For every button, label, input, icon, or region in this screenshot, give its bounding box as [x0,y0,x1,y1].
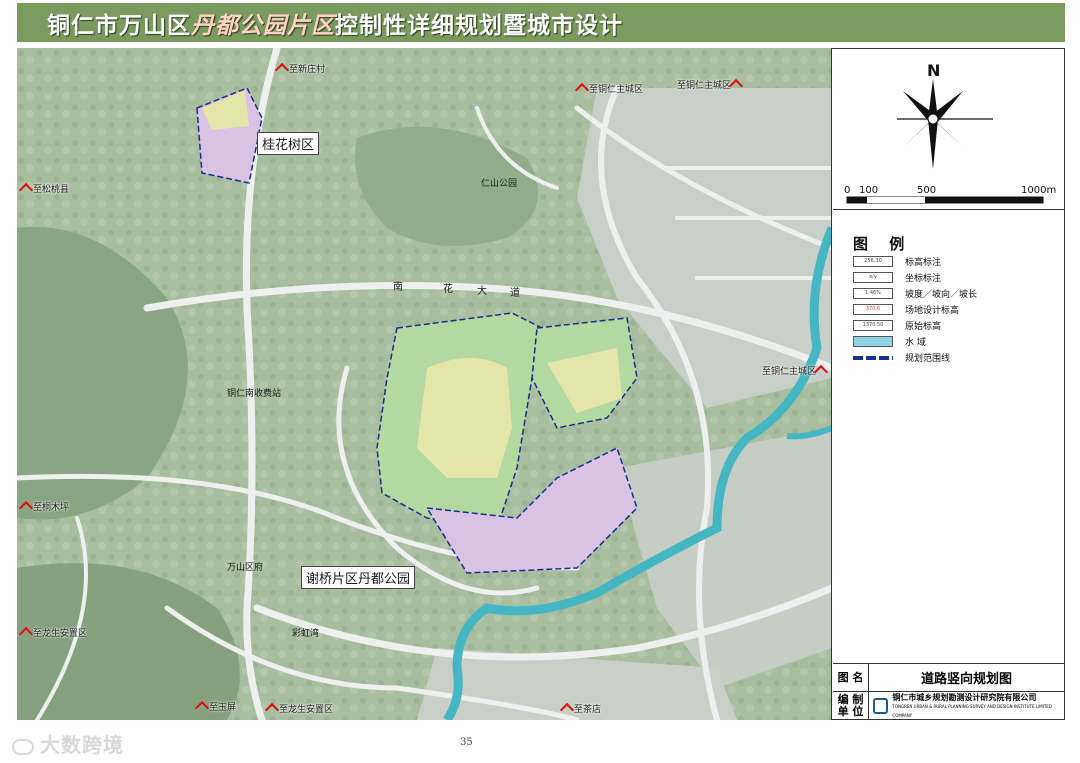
institute-logo-icon [873,698,889,714]
destination-label: 至玉屏 [194,700,236,715]
area-label-caihong: 彩虹湾 [292,629,320,639]
legend-item: x/y 坐标标注 [853,271,941,284]
destination-label: 至松桃县 [18,182,69,197]
destination-label: 至新庄村 [274,62,325,77]
title-block: 图 名 道路竖向规划图 编 制 单 位 铜仁市城乡规划勘测设计研究院有限公司 TO… [833,663,1064,720]
water-swatch [853,336,893,347]
planning-sheet: { "header": {"title_pre": "铜仁市万山区", "tit… [0,0,1080,763]
side-panel: N 0 100 500 1000m 图 例 256.30 标高标注 x/y 坐标标注… [833,49,1064,720]
destination-label: 至桐木坪 [18,500,69,515]
map-area[interactable]: 桂花树区 谢桥片区丹都公园 仁山公园 铜仁南收费站 万山区府 彩虹湾 南 花 大… [17,48,832,720]
title-block-row: 编 制 单 位 铜仁市城乡规划勘测设计研究院有限公司 TONGREN URBAN … [833,692,1064,720]
road-label-char: 南 [393,282,403,293]
title-bar: 铜仁市万山区丹都公园片区控制性详细规划暨城市设计 [17,3,1065,42]
area-label-guihuashu: 桂花树区 [257,132,320,155]
page-number: 35 [460,737,473,748]
scale-tick: 1000m [1021,185,1057,196]
institute-name: 铜仁市城乡规划勘测设计研究院有限公司 [892,692,1037,702]
road-label-char: 大 [477,286,487,297]
title-block-row: 图 名 道路竖向规划图 [833,664,1064,692]
legend-item: 水 域 [853,335,926,348]
legend-item: 1.46% 坡度／坡向／坡长 [853,287,977,300]
watermark-icon [12,738,34,755]
destination-label: 至茶店 [559,702,601,717]
area-label-toll-station: 铜仁南收费站 [227,389,282,399]
destination-label: 至铜仁主城区 [574,82,643,97]
area-label-renshan-park: 仁山公园 [481,179,518,189]
divider [833,209,1064,210]
boundary-swatch [853,355,893,360]
area-label-wanshan: 万山区府 [227,563,264,573]
legend-title: 图 例 [853,235,913,253]
area-label-xieqiao: 谢桥片区丹都公园 [301,566,416,589]
page-title: 铜仁市万山区丹都公园片区控制性详细规划暨城市设计 [47,12,623,39]
destination-label: 至铜仁主城区 [762,364,829,379]
legend-item: 370.6 场地设计标高 [853,303,959,316]
road-label-char: 花 [443,284,453,295]
institute-name-en: TONGREN URBAN & RURAL PLANNING SURVEY AN… [892,703,1052,718]
watermark: 大数跨境 [12,729,124,758]
legend-item: 规划范围线 [853,351,950,364]
destination-label: 至龙生安置区 [264,702,333,717]
scale-tick: 0 [844,185,851,196]
legend-item: 1370.50 原始标高 [853,319,941,332]
compass-rose [897,79,993,169]
north-label: N [927,61,941,80]
drawing-name: 道路竖向规划图 [920,672,1012,687]
legend-item: 256.30 标高标注 [853,255,941,268]
destination-label: 至龙生安置区 [18,626,87,641]
scale-bar [846,196,1044,204]
destination-label: 至铜仁主城区 [677,78,744,93]
road-label-char: 道 [510,288,520,299]
scale-tick: 100 [859,185,879,196]
map-svg [17,48,831,720]
scale-tick: 500 [917,185,937,196]
